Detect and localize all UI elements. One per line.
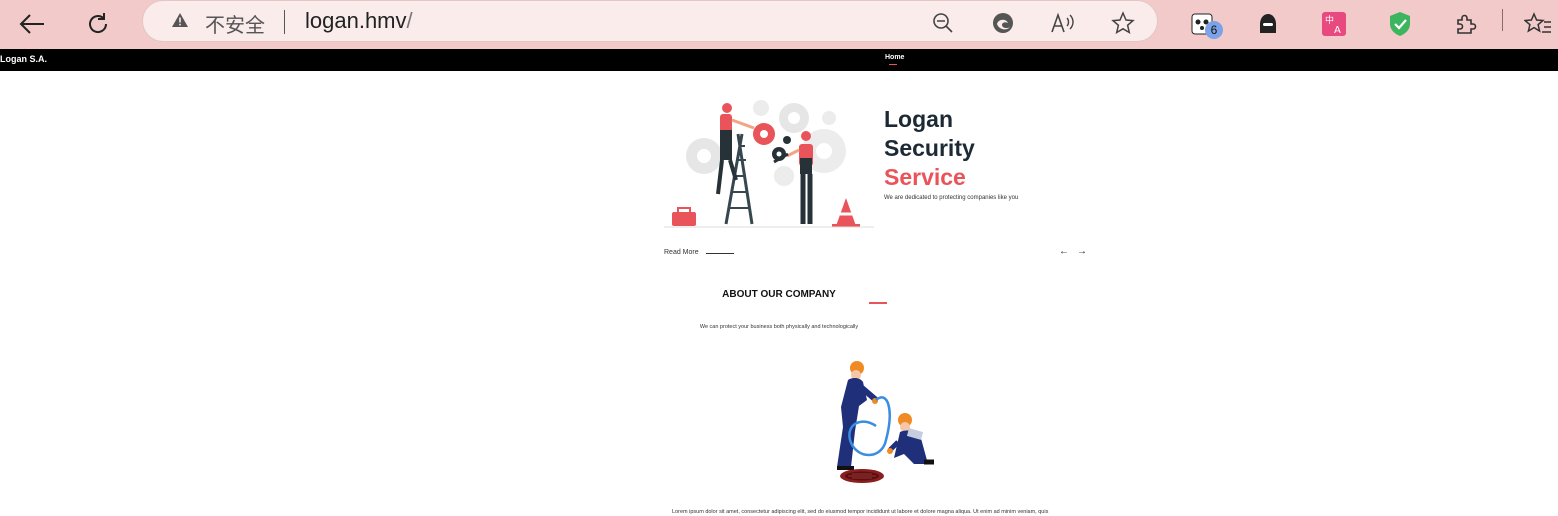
hero-title: Logan Security Service	[884, 105, 975, 192]
about-body-text: Lorem ipsum dolor sit amet, consectetur …	[672, 509, 1049, 515]
hero-title-line2: Security	[884, 135, 975, 161]
carousel-prev-arrow[interactable]: ←	[1059, 246, 1069, 257]
extension-hood-icon[interactable]	[1250, 6, 1286, 42]
url-path: /	[406, 8, 413, 33]
carousel-next-arrow[interactable]: →	[1077, 246, 1087, 257]
browser-toolbar: 不安全 logan.hmv/ 6 中A	[0, 0, 1558, 49]
about-subtitle: We can protect your business both physic…	[699, 324, 859, 330]
site-navbar: Logan S.A. Home	[0, 49, 1558, 71]
edge-icon[interactable]	[989, 9, 1017, 37]
extension-translate-icon[interactable]: 中A	[1316, 6, 1352, 42]
read-aloud-icon[interactable]	[1049, 9, 1077, 37]
extension-badge: 6	[1205, 21, 1223, 39]
nav-home-link[interactable]: Home	[885, 54, 904, 61]
warning-icon[interactable]	[171, 12, 189, 33]
url-text[interactable]: logan.hmv/	[305, 8, 413, 34]
about-title: ABOUT OUR COMPANY	[722, 289, 836, 300]
toolbar-separator	[1502, 9, 1503, 31]
site-brand[interactable]: Logan S.A.	[0, 54, 47, 64]
hero-subtitle: We are dedicated to protecting companies…	[884, 195, 1019, 201]
hero-illustration	[664, 96, 874, 230]
favorite-star-icon[interactable]	[1109, 9, 1137, 37]
url-host: logan.hmv	[305, 8, 407, 33]
security-label[interactable]: 不安全	[205, 9, 265, 38]
about-title-underline	[869, 302, 887, 304]
zoom-out-icon[interactable]	[929, 9, 957, 37]
svg-text:中: 中	[1325, 14, 1334, 26]
hero-title-line1: Logan	[884, 106, 953, 132]
extension-shield-icon[interactable]	[1382, 6, 1418, 42]
address-separator	[284, 10, 285, 34]
favorites-icon[interactable]	[1520, 6, 1556, 42]
svg-text:A: A	[1334, 25, 1341, 36]
hero-title-line3: Service	[884, 164, 966, 190]
read-more-link[interactable]: Read More	[664, 249, 699, 256]
reload-icon[interactable]	[80, 6, 116, 42]
read-more-line	[706, 253, 734, 254]
address-bar[interactable]: 不安全 logan.hmv/	[142, 0, 1158, 42]
back-icon[interactable]	[14, 6, 50, 42]
about-illustration	[812, 358, 944, 490]
nav-active-indicator	[889, 64, 897, 65]
extensions-puzzle-icon[interactable]	[1448, 6, 1484, 42]
